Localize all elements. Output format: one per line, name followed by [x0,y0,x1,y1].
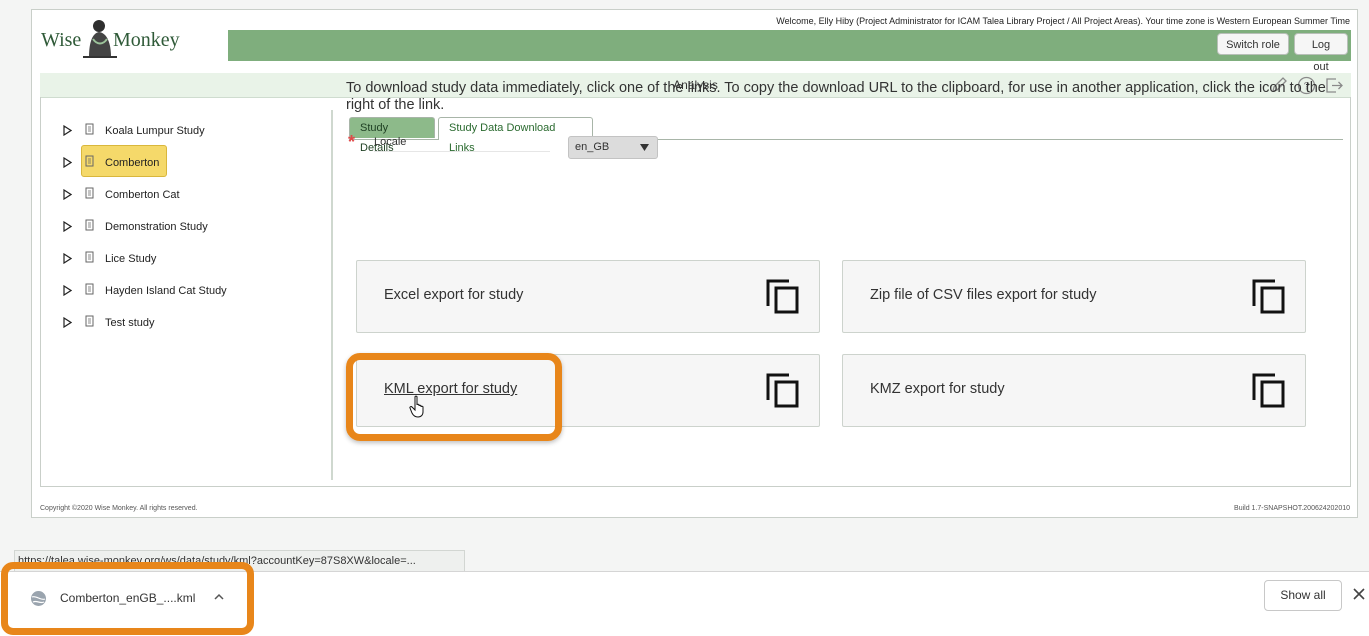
zip-csv-export-card[interactable]: Zip file of CSV files export for study [842,260,1306,333]
document-icon [85,251,94,263]
locale-select[interactable]: en_GB [568,136,658,159]
panel-divider[interactable] [331,110,333,480]
document-icon [85,155,94,167]
logo-word-monkey: Monkey [113,29,180,51]
download-callout-highlight [1,562,254,635]
tree-item-hayden-island-cat-study[interactable]: Hayden Island Cat Study [55,275,315,307]
locale-row: * Locale en_GB [344,132,674,162]
tree-item-label[interactable]: Lice Study [99,249,162,269]
tree-item-comberton-cat[interactable]: Comberton Cat [55,179,315,211]
app-page: Wise Monkey Welcome, Elly Hiby (Project … [31,9,1358,518]
expand-arrow-icon[interactable] [63,189,72,200]
logo-word-wise: Wise [41,29,82,51]
excel-export-card[interactable]: Excel export for study [356,260,820,333]
close-icon[interactable] [1352,587,1366,601]
copy-icon[interactable] [765,278,801,314]
hand-cursor-icon [409,395,424,418]
expand-arrow-icon[interactable] [63,221,72,232]
switch-role-button[interactable]: Switch role [1217,33,1289,55]
document-icon [85,187,94,199]
document-icon [85,315,94,327]
kmz-export-link[interactable]: KMZ export for study [870,381,1005,397]
copy-icon[interactable] [1251,278,1287,314]
locale-select-value: en_GB [575,141,610,153]
expand-arrow-icon[interactable] [63,253,72,264]
copy-icon[interactable] [765,372,801,408]
expand-arrow-icon[interactable] [63,317,72,328]
tree-item-test-study[interactable]: Test study [55,307,315,339]
tree-item-demonstration-study[interactable]: Demonstration Study [55,211,315,243]
copy-icon[interactable] [1251,372,1287,408]
expand-arrow-icon[interactable] [63,157,72,168]
zip-csv-export-link[interactable]: Zip file of CSV files export for study [870,287,1096,303]
tree-item-label[interactable]: Demonstration Study [99,217,214,237]
document-icon [85,219,94,231]
excel-export-link[interactable]: Excel export for study [384,287,523,303]
document-icon [85,123,94,135]
kml-callout-highlight [346,353,562,441]
build-text: Build 1.7-SNAPSHOT.200624202010 [1234,505,1350,512]
tree-item-label[interactable]: Koala Lumpur Study [99,121,211,141]
copyright-text: Copyright ©2020 Wise Monkey. All rights … [40,505,198,512]
locale-label: Locale [374,136,550,152]
expand-arrow-icon[interactable] [63,125,72,136]
wise-monkey-logo[interactable]: Wise Monkey [41,17,221,67]
monkey-logo-icon [83,20,117,58]
study-tree: Koala Lumpur Study Comberton Comberton C… [55,115,315,339]
tree-item-koala-lumpur-study[interactable]: Koala Lumpur Study [55,115,315,147]
required-marker: * [348,132,356,152]
kmz-export-card[interactable]: KMZ export for study [842,354,1306,427]
tree-item-label[interactable]: Test study [99,313,161,333]
tree-item-label[interactable]: Hayden Island Cat Study [99,281,233,301]
expand-arrow-icon[interactable] [63,285,72,296]
log-out-button[interactable]: Log out [1294,33,1348,73]
tree-item-label[interactable]: Comberton [99,153,165,173]
welcome-text: Welcome, Elly Hiby (Project Administrato… [776,16,1350,26]
dropdown-caret-icon [640,144,649,151]
download-instructions: To download study data immediately, clic… [346,80,1326,113]
show-all-button[interactable]: Show all [1264,580,1342,611]
tree-item-comberton[interactable]: Comberton [55,145,315,179]
document-icon [85,283,94,295]
tree-item-label[interactable]: Comberton Cat [99,185,186,205]
header-green-bar: Switch role Log out [228,30,1351,73]
tree-item-lice-study[interactable]: Lice Study [55,243,315,275]
